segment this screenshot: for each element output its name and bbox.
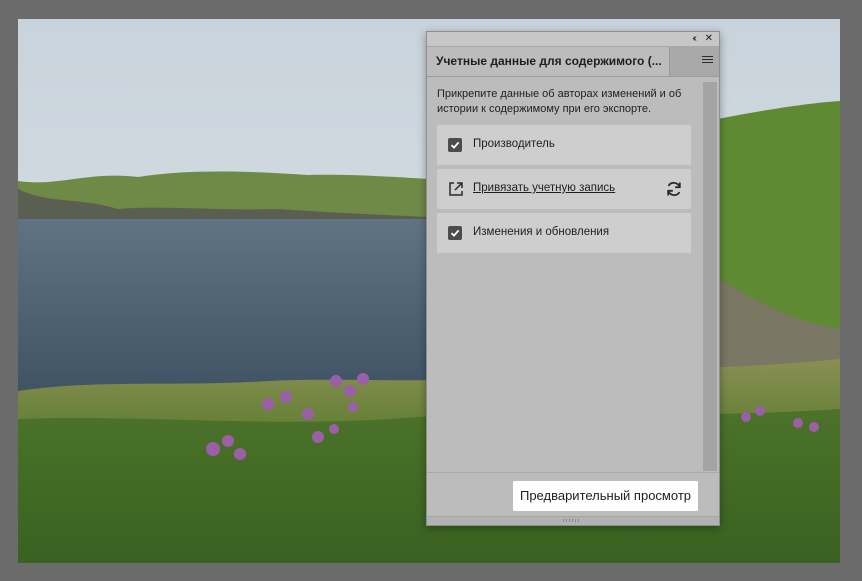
check-icon: [450, 141, 460, 149]
collapse-panel-icon[interactable]: ‹‹: [692, 32, 696, 46]
panel-content: Прикрепите данные об авторах изменений и…: [427, 77, 719, 466]
panel-description: Прикрепите данные об авторах изменений и…: [437, 88, 682, 115]
preview-button[interactable]: Предварительный просмотр: [512, 481, 698, 511]
producer-option[interactable]: Производитель: [437, 125, 691, 165]
content-credentials-panel: ‹‹ ✕ Учетные данные для содержимого (...…: [426, 31, 720, 526]
connect-account-option[interactable]: Привязать учетную запись: [437, 169, 691, 209]
connect-account-link[interactable]: Привязать учетную запись: [473, 182, 615, 194]
external-link-icon: [449, 182, 463, 196]
producer-checkbox[interactable]: [448, 138, 462, 152]
producer-label: Производитель: [473, 138, 555, 150]
refresh-icon[interactable]: [665, 180, 683, 198]
tab-content-credentials[interactable]: Учетные данные для содержимого (...: [427, 47, 670, 76]
panel-resize-grip[interactable]: [427, 516, 719, 525]
panel-footer: Предварительный просмотр: [427, 472, 719, 517]
edits-activity-label: Изменения и обновления: [473, 226, 610, 238]
panel-scrollbar[interactable]: [703, 82, 717, 471]
close-panel-icon[interactable]: ✕: [705, 32, 713, 46]
panel-menu-icon[interactable]: [702, 56, 713, 66]
panel-titlebar[interactable]: ‹‹ ✕: [427, 32, 719, 47]
panel-tab-row: Учетные данные для содержимого (...: [427, 47, 719, 77]
check-icon: [450, 229, 460, 237]
edits-activity-option[interactable]: Изменения и обновления: [437, 213, 691, 253]
edits-activity-checkbox[interactable]: [448, 226, 462, 240]
